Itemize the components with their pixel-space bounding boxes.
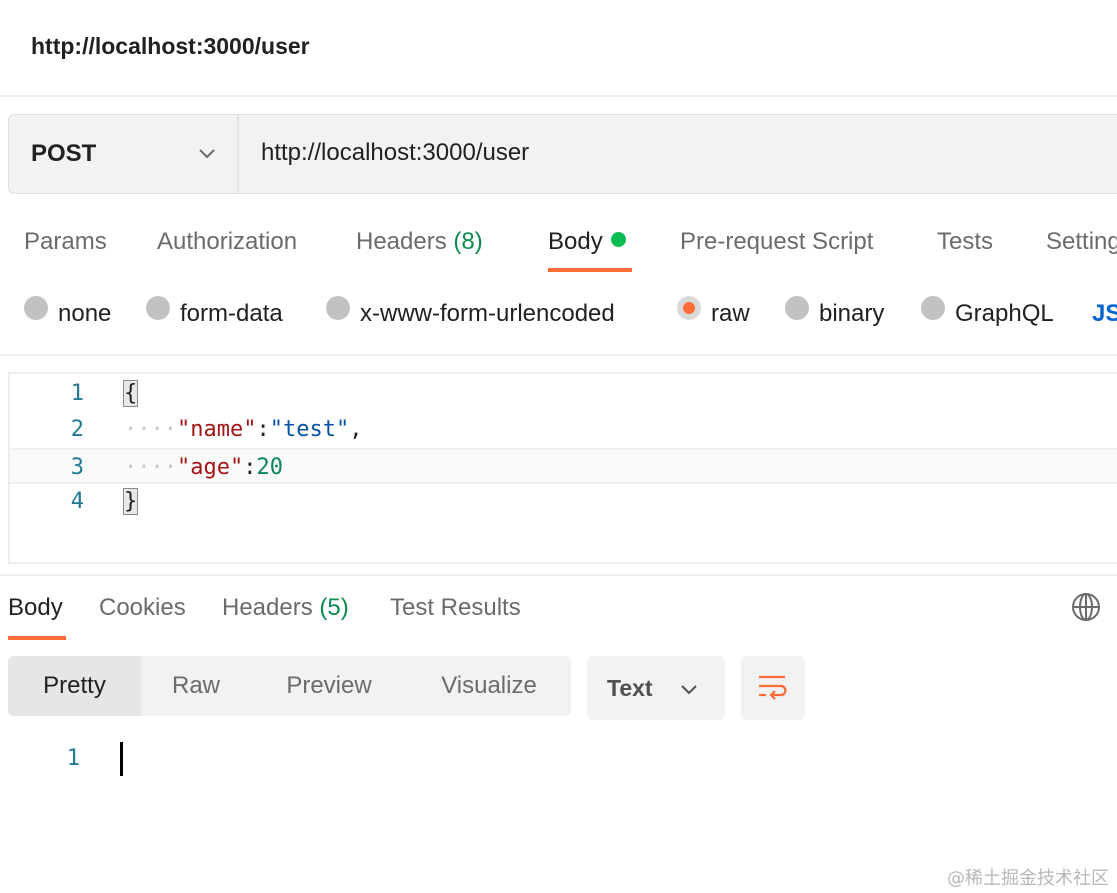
line-code: } <box>122 488 139 515</box>
tab-body-label: Body <box>548 228 603 255</box>
radio-urlencoded-label[interactable]: x-www-form-urlencoded <box>360 300 615 328</box>
section-divider <box>0 354 1117 356</box>
radio-raw[interactable] <box>677 296 701 320</box>
radio-urlencoded[interactable] <box>326 296 350 320</box>
brace-open: { <box>122 380 139 407</box>
response-tab-headers-count: (5) <box>319 594 349 621</box>
chevron-down-icon <box>679 680 699 705</box>
json-key: "age" <box>176 455 244 480</box>
body-type-radio-group: none form-data x-www-form-urlencoded raw… <box>0 294 1117 334</box>
json-colon: : <box>256 417 270 442</box>
chevron-down-icon <box>197 144 217 169</box>
watermark: @稀土掘金技术社区 <box>947 868 1109 889</box>
tab-settings[interactable]: Setting <box>1046 228 1117 256</box>
line-code: { <box>122 380 139 407</box>
request-title[interactable]: http://localhost:3000/user <box>31 33 310 60</box>
json-comma: , <box>349 417 363 442</box>
line-number: 1 <box>70 381 84 406</box>
editor-line-current: 3 ····"age":20 <box>10 448 1117 484</box>
word-wrap-icon <box>759 675 787 700</box>
tab-body[interactable]: Body <box>548 228 626 256</box>
editor-line: 2 ····"name":"test", <box>10 412 1117 448</box>
tab-headers-label: Headers <box>356 228 447 255</box>
response-tabs: Body Cookies Headers (5) Test Results <box>0 590 1117 642</box>
indent-guide: ···· <box>124 417 177 442</box>
radio-raw-label[interactable]: raw <box>711 300 750 328</box>
radio-none-label[interactable]: none <box>58 300 111 328</box>
url-bar: POST http://localhost:3000/user <box>8 114 1117 194</box>
json-number-value: 20 <box>256 455 283 480</box>
tab-headers-count: (8) <box>453 228 483 255</box>
tab-headers[interactable]: Headers (8) <box>356 228 483 256</box>
response-tab-underline <box>8 636 66 640</box>
radio-graphql[interactable] <box>921 296 945 320</box>
response-tab-headers-label: Headers <box>222 594 313 621</box>
radio-form-data[interactable] <box>146 296 170 320</box>
response-tab-body[interactable]: Body <box>8 594 63 622</box>
format-label: Text <box>607 675 653 701</box>
line-number: 1 <box>66 746 80 771</box>
view-mode-group: Pretty Raw Preview Visualize <box>8 656 571 716</box>
view-pretty-button[interactable]: Pretty <box>8 656 141 716</box>
radio-none[interactable] <box>24 296 48 320</box>
tab-params[interactable]: Params <box>24 228 107 256</box>
request-tabs: Params Authorization Headers (8) Body Pr… <box>0 220 1117 276</box>
json-key: "name" <box>176 417 257 442</box>
active-tab-underline <box>548 268 632 272</box>
indent-guide: ···· <box>124 455 177 480</box>
body-indicator-icon <box>610 232 626 247</box>
method-select[interactable]: POST <box>9 115 239 193</box>
radio-form-data-label[interactable]: form-data <box>180 300 283 328</box>
word-wrap-button[interactable] <box>741 656 805 720</box>
view-visualize-button[interactable]: Visualize <box>407 656 571 716</box>
view-raw-button[interactable]: Raw <box>141 656 251 716</box>
json-colon: : <box>243 455 257 480</box>
response-body-viewer[interactable]: 1 <box>0 742 1117 778</box>
globe-icon[interactable] <box>1071 592 1101 627</box>
response-divider[interactable] <box>0 574 1117 576</box>
line-number: 2 <box>70 417 84 442</box>
request-title-bar: http://localhost:3000/user <box>0 0 1117 97</box>
radio-binary-label[interactable]: binary <box>819 300 884 328</box>
line-number: 4 <box>70 489 84 514</box>
tab-tests[interactable]: Tests <box>937 228 993 256</box>
json-string-value: "test" <box>269 417 350 442</box>
line-code: ····"name":"test", <box>124 417 362 442</box>
response-tab-headers[interactable]: Headers (5) <box>222 594 349 622</box>
radio-graphql-label[interactable]: GraphQL <box>955 300 1054 328</box>
brace-close: } <box>122 488 139 515</box>
request-body-editor[interactable]: 1 { 2 ····"name":"test", 3 ····"age":20 … <box>8 372 1117 564</box>
radio-binary[interactable] <box>785 296 809 320</box>
line-number: 3 <box>70 455 84 480</box>
response-tab-cookies[interactable]: Cookies <box>99 594 186 622</box>
response-tab-test-results[interactable]: Test Results <box>390 594 521 622</box>
text-cursor <box>120 742 123 776</box>
url-input[interactable]: http://localhost:3000/user <box>261 139 529 167</box>
method-label: POST <box>31 140 97 167</box>
tab-authorization[interactable]: Authorization <box>157 228 297 256</box>
language-select-json[interactable]: JS <box>1092 300 1117 328</box>
tab-prerequest-script[interactable]: Pre-request Script <box>680 228 873 256</box>
editor-line: 1 { <box>10 376 1117 412</box>
format-select[interactable]: Text <box>587 656 725 720</box>
view-preview-button[interactable]: Preview <box>251 656 407 716</box>
line-code: ····"age":20 <box>124 455 283 480</box>
editor-line: 4 } <box>10 484 1117 520</box>
